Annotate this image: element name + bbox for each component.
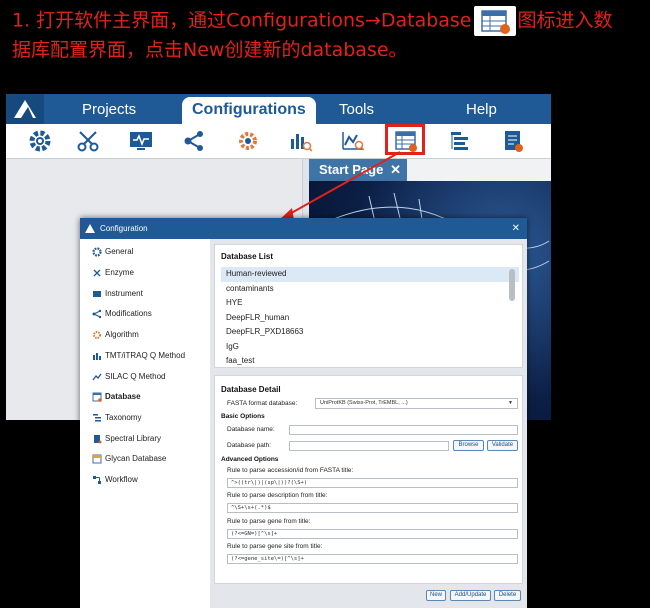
database-path-label: Database path: — [227, 442, 272, 449]
database-list-title: Database List — [221, 252, 274, 261]
network-icon[interactable] — [180, 127, 208, 155]
rule-gene-input[interactable]: (?<=GN=)[^\s]+ — [227, 529, 518, 539]
instruction-text: 1. 打开软件主界面，通过Configurations→Database 图标进入… — [12, 6, 642, 65]
basic-options-title: Basic Options — [221, 413, 265, 420]
delete-button[interactable]: Delete — [494, 590, 521, 601]
rule-gene-site-input[interactable]: (?<=gene_site\=)[^\s]+ — [227, 554, 518, 564]
list-item[interactable]: faa_test — [221, 354, 519, 368]
bar-chart-icon — [92, 351, 102, 361]
nav-workflow[interactable]: Workflow — [92, 472, 138, 488]
scissors-icon — [92, 268, 102, 278]
tree-list-icon[interactable] — [446, 127, 474, 155]
rule-accession-input[interactable]: ^>((tr\|)|(sp\|))?(\S+) — [227, 478, 518, 488]
scissors-icon[interactable] — [74, 127, 102, 155]
line-chart-icon — [92, 372, 102, 382]
nav-tmt-itraq[interactable]: TMT/iTRAQ Q Method — [92, 348, 185, 364]
config-content: Database List Human-reviewed contaminant… — [210, 239, 527, 608]
settings-cog-icon[interactable] — [234, 127, 262, 155]
database-list-panel: Database List Human-reviewed contaminant… — [214, 244, 523, 368]
monitor-icon — [92, 289, 102, 299]
monitor-icon[interactable] — [127, 127, 155, 155]
rule-accession-label: Rule to parse accession/id from FASTA ti… — [227, 467, 354, 474]
list-item[interactable]: HYE — [221, 296, 519, 311]
database-config-icon — [92, 392, 102, 402]
menu-configurations[interactable]: Configurations — [182, 97, 316, 125]
instruction-line2: 据库配置界面，点击New创建新的database。 — [12, 39, 408, 61]
app-logo — [6, 94, 44, 124]
rule-description-input[interactable]: ^\S+\s+(.*)$ — [227, 503, 518, 513]
new-button[interactable]: New — [426, 590, 446, 601]
list-item[interactable]: DeepFLR_human — [221, 311, 519, 326]
nav-database[interactable]: Database — [92, 389, 141, 405]
chevron-down-icon: ▼ — [508, 400, 513, 406]
network-icon — [92, 309, 102, 319]
close-icon[interactable]: ✕ — [512, 218, 520, 239]
menu-tools[interactable]: Tools — [339, 101, 374, 118]
add-update-button[interactable]: Add/Update — [450, 590, 491, 601]
workflow-icon — [92, 475, 102, 485]
report-icon — [92, 434, 102, 444]
list-scrollbar[interactable] — [509, 269, 515, 301]
database-list: Human-reviewed contaminants HYE DeepFLR_… — [221, 267, 519, 368]
report-icon[interactable] — [499, 127, 527, 155]
database-name-label: Database name: — [227, 426, 275, 433]
list-item[interactable]: DeepFLR_PXD18663 — [221, 325, 519, 340]
settings-cog-icon — [92, 330, 102, 340]
advanced-options-title: Advanced Options — [221, 456, 279, 463]
nav-instrument[interactable]: Instrument — [92, 286, 143, 302]
browse-button[interactable]: Browse — [453, 440, 484, 451]
glycan-icon — [92, 454, 102, 464]
nav-general[interactable]: General — [92, 244, 133, 260]
tree-list-icon — [92, 413, 102, 423]
list-item[interactable]: Human-reviewed — [221, 267, 519, 282]
dialog-title: Configuration — [100, 224, 148, 233]
list-item[interactable]: contaminants — [221, 282, 519, 297]
database-path-input[interactable] — [289, 441, 449, 451]
list-item[interactable]: IgG — [221, 340, 519, 355]
fasta-format-label: FASTA format database: — [227, 400, 298, 407]
gear-icon[interactable] — [26, 127, 54, 155]
rule-gene-site-label: Rule to parse gene site from title: — [227, 543, 323, 550]
nav-glycan-database[interactable]: Glycan Database — [92, 451, 166, 467]
fasta-format-select[interactable]: UniProtKB (Swiss-Prot, TrEMBL, ...) ▼ — [315, 398, 518, 409]
rule-gene-label: Rule to parse gene from title: — [227, 518, 311, 525]
nav-taxonomy[interactable]: Taxonomy — [92, 410, 141, 426]
validate-button[interactable]: Validate — [487, 440, 518, 451]
gear-icon — [92, 247, 102, 257]
database-config-icon — [473, 6, 516, 36]
nav-spectral-library[interactable]: Spectral Library — [92, 431, 161, 447]
nav-enzyme[interactable]: Enzyme — [92, 265, 134, 281]
instruction-line1-end: 图标进入数 — [517, 9, 613, 32]
nav-algorithm[interactable]: Algorithm — [92, 327, 139, 343]
nav-modifications[interactable]: Modifications — [92, 306, 152, 322]
nav-silac[interactable]: SILAC Q Method — [92, 369, 165, 385]
database-name-input[interactable] — [289, 425, 518, 435]
app-logo-icon — [85, 224, 95, 233]
database-detail-panel: Database Detail FASTA format database: U… — [214, 375, 523, 584]
instruction-line1: 1. 打开软件主界面，通过Configurations→Database — [12, 9, 472, 32]
rule-description-label: Rule to parse description from title: — [227, 492, 328, 499]
config-nav: General Enzyme Instrument Modifications … — [80, 239, 210, 608]
database-detail-title: Database Detail — [221, 385, 281, 394]
menu-projects[interactable]: Projects — [82, 101, 136, 118]
configuration-dialog: Configuration ✕ General Enzyme Instrumen… — [80, 218, 527, 608]
menu-help[interactable]: Help — [466, 101, 497, 118]
dialog-title-bar: Configuration ✕ — [80, 218, 527, 239]
menu-bar: Projects Configurations Tools Help — [6, 94, 551, 125]
